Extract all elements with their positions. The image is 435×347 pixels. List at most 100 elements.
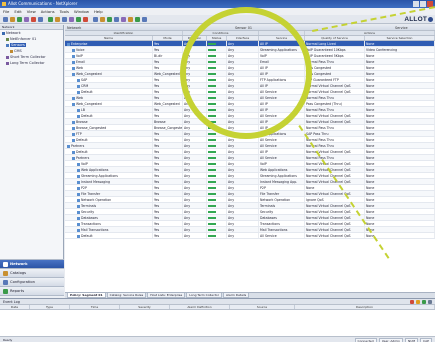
menu-item[interactable]: Help [94, 8, 103, 15]
toolbar-button-icon[interactable] [3, 17, 8, 22]
row-status [207, 167, 227, 172]
column-header[interactable]: Service Selection [365, 36, 435, 40]
toolbar-button-icon[interactable] [17, 17, 22, 22]
toolbar-button-icon[interactable] [83, 17, 88, 22]
row-interface: Any [227, 185, 259, 190]
row-name: SAP [81, 78, 88, 82]
row-selection: None [365, 185, 435, 190]
event-log-column-header[interactable]: Description [295, 305, 435, 309]
row-mode: Bi-dir [153, 53, 183, 58]
event-log-column-header[interactable]: Source [230, 305, 295, 309]
row-qos: VoIP Guaranteed 5Kbps [305, 53, 365, 58]
row-mode: Web_Congested [153, 71, 183, 76]
row-direction: Any [183, 209, 207, 214]
row-selection: None [365, 179, 435, 184]
nav-button[interactable]: Reports [0, 286, 64, 295]
menu-item[interactable]: Tools [60, 8, 69, 15]
menu-item[interactable]: Window [74, 8, 89, 15]
row-qos: Normal Pass Thru [305, 125, 365, 130]
row-mode: Yes [153, 95, 183, 100]
toolbar-button-icon[interactable] [55, 17, 60, 22]
tree-item-label: Network [6, 31, 21, 35]
tree-item[interactable]: Long Term Collector [0, 60, 63, 66]
row-name-cell: Web_Congested [65, 101, 153, 106]
toolbar-button-icon[interactable] [135, 17, 140, 22]
alarm-green-icon[interactable] [422, 300, 426, 304]
column-header[interactable]: Quality of Service [305, 36, 365, 40]
row-name-cell: SAP [65, 77, 153, 82]
table-row[interactable]: Default Yes Any Any All Service Normal Virtua… [65, 233, 435, 239]
status-bar-icon [208, 211, 216, 213]
row-mode: Yes [153, 167, 183, 172]
row-qos: Normal Virtual Channel QoS [305, 113, 365, 118]
window-title: Allot Communications - NetXplorer [8, 1, 78, 6]
event-log-column-header[interactable]: Severity [120, 305, 170, 309]
toolbar-button-icon[interactable] [107, 17, 112, 22]
row-interface: Any [227, 227, 259, 232]
toolbar-button-icon[interactable] [142, 17, 147, 22]
menu-item[interactable]: Edit [14, 8, 21, 15]
pipe-icon [77, 204, 80, 208]
nav-button[interactable]: Configuration [0, 277, 64, 286]
event-log-column-header[interactable]: Date [0, 305, 30, 309]
nav-button[interactable]: Network [0, 259, 64, 268]
pipe-icon [77, 192, 80, 196]
menu-item[interactable]: File [3, 8, 9, 15]
toolbar-button-icon[interactable] [128, 17, 133, 22]
toolbar-button-icon[interactable] [62, 17, 67, 22]
row-direction: Any [183, 149, 207, 154]
nav-button[interactable]: Catalogs [0, 268, 64, 277]
toolbar-button-icon[interactable] [100, 17, 105, 22]
toolbar-button-icon[interactable] [24, 17, 29, 22]
pipe-icon [72, 156, 75, 160]
row-direction: Any [183, 137, 207, 142]
event-log-column-header[interactable]: Time [70, 305, 120, 309]
row-service: Terminals [259, 203, 305, 208]
column-header[interactable]: Name [65, 36, 153, 40]
event-log-column-header[interactable]: Alarm Definition [170, 305, 230, 309]
row-mode: Yes [153, 143, 183, 148]
pipe-icon [72, 54, 75, 58]
row-name: Browse_Congested [76, 126, 107, 130]
toolbar-button-icon[interactable] [48, 17, 53, 22]
toolbar-button-icon[interactable] [10, 17, 15, 22]
status-text: Ready [3, 338, 13, 342]
row-selection: None [365, 161, 435, 166]
toolbar-button-icon[interactable] [76, 17, 81, 22]
row-name-cell: Default [65, 137, 153, 142]
pipe-icon [77, 84, 80, 88]
row-name: LB [81, 108, 85, 112]
status-bar-icon [208, 181, 216, 183]
row-name: VoIP [81, 162, 88, 166]
toolbar-button-icon[interactable] [93, 17, 98, 22]
column-header[interactable]: Mode [153, 36, 183, 40]
row-selection: None [365, 89, 435, 94]
row-name-cell: Enterprise [65, 41, 153, 46]
toolbar-button-icon[interactable] [31, 17, 36, 22]
row-selection: None [365, 227, 435, 232]
row-mode: Yes [153, 179, 183, 184]
row-qos: Pass Congested (Thru) [305, 101, 365, 106]
toolbar-button-icon[interactable] [121, 17, 126, 22]
menu-item[interactable]: View [27, 8, 36, 15]
row-name: Partners [71, 144, 85, 148]
pin-icon[interactable] [428, 300, 432, 304]
alarm-red-icon[interactable] [410, 300, 414, 304]
event-log-column-header[interactable]: Type [30, 305, 70, 309]
toolbar-button-icon[interactable] [114, 17, 119, 22]
toolbar-button-icon[interactable] [69, 17, 74, 22]
row-name: Transactions [81, 222, 101, 226]
row-name-cell: CRM [65, 83, 153, 88]
status-indicator: CAP [420, 337, 432, 342]
pipe-icon [77, 108, 80, 112]
row-mode: Yes [153, 227, 183, 232]
row-qos: Pass Congested [305, 71, 365, 76]
alarm-orange-icon[interactable] [416, 300, 420, 304]
row-direction: Any [183, 161, 207, 166]
menu-item[interactable]: Actions [41, 8, 55, 15]
pipe-icon [72, 150, 75, 154]
toolbar-button-icon[interactable] [38, 17, 43, 22]
row-service: VoIP [259, 161, 305, 166]
minimize-button[interactable] [413, 1, 419, 7]
maximize-button[interactable] [420, 1, 426, 7]
